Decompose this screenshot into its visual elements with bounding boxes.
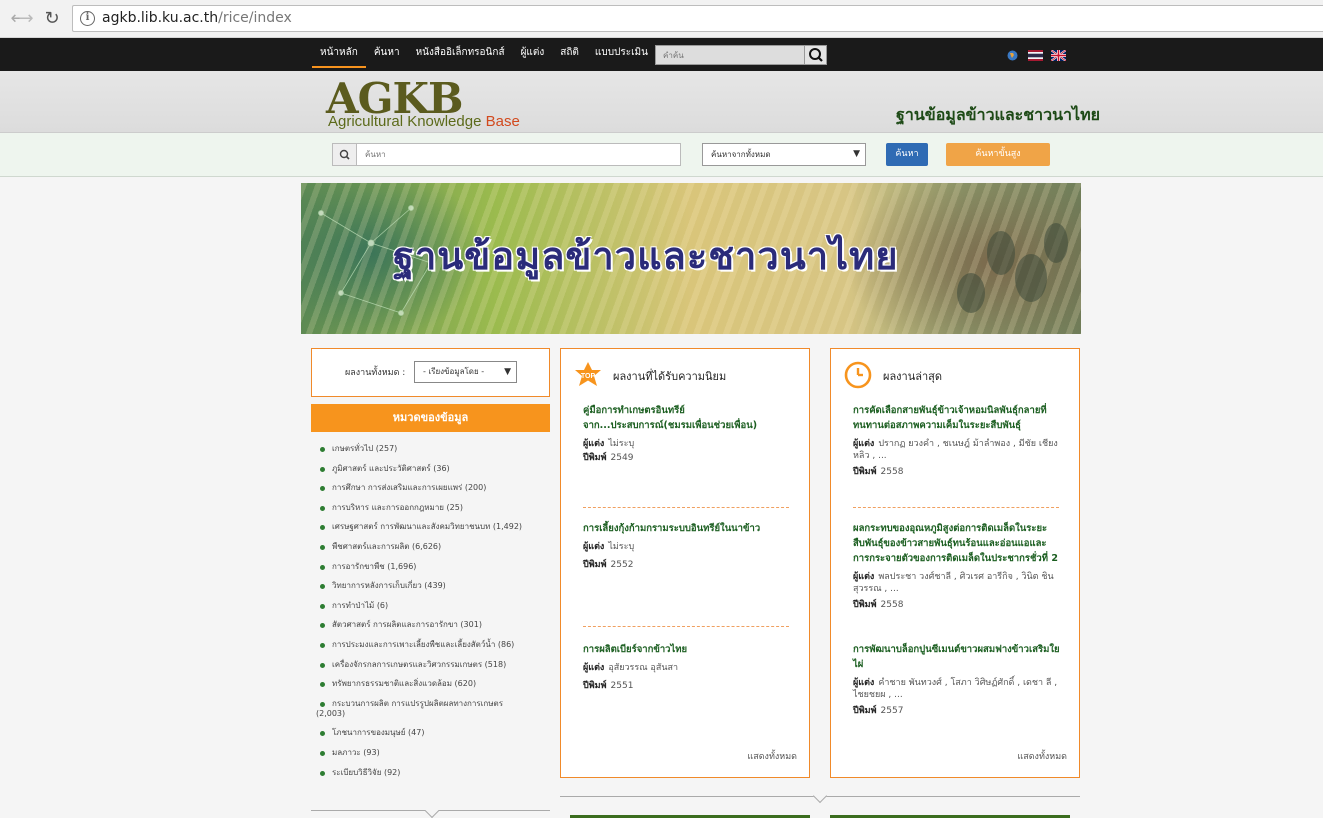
address-bar[interactable]: i agkb.lib.ku.ac.th/rice/index <box>72 5 1323 32</box>
search-scope-select[interactable]: ค้นหาจากทั้งหมด ▼ <box>702 143 866 166</box>
category-item[interactable]: พืชศาสตร์และการผลิต (6,626) <box>315 542 550 552</box>
item-year: ปีพิมพ์ 2549 <box>583 453 634 463</box>
category-item[interactable]: การศึกษา การส่งเสริมและการเผยแพร่ (200) <box>315 483 550 493</box>
item-year: ปีพิมพ์ 2558 <box>853 600 904 610</box>
panel-title: ผลงานที่ได้รับความนิยม <box>613 370 727 383</box>
category-item[interactable]: โภชนาการของมนุษย์ (47) <box>315 728 550 738</box>
browser-toolbar: ← → ↻ i agkb.lib.ku.ac.th/rice/index <box>0 0 1323 38</box>
latest-works-panel: ผลงานล่าสุด การคัดเลือกสายพันธุ์ข้าวเจ้า… <box>830 348 1080 778</box>
item-title-link[interactable]: คู่มือการทำเกษตรอินทรีย์ จาก...ประสบการณ… <box>583 403 793 433</box>
item-author: ผู้แต่ง พลประชา วงศ์ชาลี , ศิวเรศ อารีกิจ… <box>853 572 1054 594</box>
category-item[interactable]: เศรษฐศาสตร์ การพัฒนาและสังคมวิทยาชนบท (1… <box>315 522 550 532</box>
item-year: ปีพิมพ์ 2551 <box>583 681 634 691</box>
main-menu: หน้าหลัก ค้นหา หนังสืออิเล็กทรอนิกส์ ผู้… <box>312 38 656 71</box>
category-item[interactable]: ทรัพยากรธรรมชาติและสิ่งแวดล้อม (620) <box>315 679 550 689</box>
item-title-link[interactable]: การเลี้ยงกุ้งก้ามกรามระบบอินทรีย์ในนาข้า… <box>583 521 793 536</box>
top-navigation: หน้าหลัก ค้นหา หนังสืออิเล็กทรอนิกส์ ผู้… <box>0 38 1323 71</box>
category-item[interactable]: สัตวศาสตร์ การผลิตและการอารักขา (301) <box>315 620 550 630</box>
popular-item: การเลี้ยงกุ้งก้ามกรามระบบอินทรีย์ในนาข้า… <box>583 521 793 571</box>
info-icon[interactable]: i <box>80 11 95 26</box>
main-search <box>332 143 681 166</box>
category-item[interactable]: การอารักขาพืช (1,696) <box>315 562 550 572</box>
logo-subtitle: Agricultural Knowledge Base <box>328 113 520 130</box>
url-text: agkb.lib.ku.ac.th/rice/index <box>102 10 292 26</box>
uk-flag-icon[interactable] <box>1051 50 1066 61</box>
sort-select[interactable]: - เรียงข้อมูลโดย - ▼ <box>414 361 517 383</box>
item-author: ผู้แต่ง ไม่ระบุ <box>583 542 635 552</box>
category-item[interactable]: มลภาวะ (93) <box>315 748 550 758</box>
category-item[interactable]: การบริหาร และการออกกฎหมาย (25) <box>315 503 550 513</box>
search-icon <box>333 144 357 165</box>
top-search <box>655 45 827 65</box>
item-year: ปีพิมพ์ 2558 <box>853 467 904 477</box>
show-all-link[interactable]: แสดงทั้งหมด <box>747 749 797 763</box>
item-author: ผู้แต่ง ปรากฏ ยวงคำ , ชเนษฎ์ ม้าลำพอง , ม… <box>853 439 1058 461</box>
expand-caret-icon[interactable] <box>424 803 440 818</box>
hero-title: ฐานข้อมูลข้าวและชาวนาไทย <box>393 234 899 278</box>
latest-item: การพัฒนาบล็อกปูนซีเมนต์ขาวผสมฟางข้าวเสริ… <box>853 642 1063 717</box>
nav-home[interactable]: หน้าหลัก <box>312 38 366 68</box>
category-item[interactable]: การทำป่าไม้ (6) <box>315 601 550 611</box>
language-switcher <box>1005 50 1066 61</box>
dropdown-arrow-icon: ▼ <box>504 367 511 377</box>
category-header: หมวดของข้อมูล <box>311 404 550 432</box>
search-bar: ค้นหาจากทั้งหมด▼ ค้นหา ค้นหาขั้นสูง <box>0 133 1323 177</box>
item-title-link[interactable]: ผลกระทบของอุณหภูมิสูงต่อการติดเมล็ดในระย… <box>853 521 1063 566</box>
sort-label: ผลงานทั้งหมด : <box>345 368 406 378</box>
category-item[interactable]: เกษตรทั่วไป (257) <box>315 444 550 454</box>
nav-ebooks[interactable]: หนังสืออิเล็กทรอนิกส์ <box>408 38 513 68</box>
main-search-input[interactable] <box>359 144 669 165</box>
nav-statistics[interactable]: สถิติ <box>552 38 587 68</box>
category-item[interactable]: ระเบียบวิธีวิจัย (92) <box>315 768 550 778</box>
top-star-icon: TOP <box>575 362 601 386</box>
item-author: ผู้แต่ง ไม่ระบุ <box>583 439 635 449</box>
latest-item: การคัดเลือกสายพันธุ์ข้าวเจ้าหอมนิลพันธุ์… <box>853 403 1063 478</box>
divider <box>583 507 789 508</box>
category-item[interactable]: ภูมิศาสตร์ และประวัติศาสตร์ (36) <box>315 464 550 474</box>
nav-survey[interactable]: แบบประเมิน <box>587 38 656 68</box>
popular-item: การผลิตเบียร์จากข้าวไทย ผู้แต่ง อุสัยวรรณ… <box>583 642 793 692</box>
item-title-link[interactable]: การคัดเลือกสายพันธุ์ข้าวเจ้าหอมนิลพันธุ์… <box>853 403 1063 433</box>
popular-item: คู่มือการทำเกษตรอินทรีย์ จาก...ประสบการณ… <box>583 403 793 464</box>
category-item[interactable]: การประมงและการเพาะเลี้ยงพืชและเลี้ยงสัตว… <box>315 640 550 650</box>
top-search-input[interactable] <box>656 46 806 64</box>
expand-caret-icon[interactable] <box>812 788 828 804</box>
sort-filter-box: ผลงานทั้งหมด : - เรียงข้อมูลโดย - ▼ <box>311 348 550 397</box>
item-author: ผู้แต่ง คำชาย พันทวงศ์ , โสภา วิศิษฏ์ศักด… <box>853 678 1058 700</box>
show-all-link[interactable]: แสดงทั้งหมด <box>1017 749 1067 763</box>
search-icon[interactable] <box>804 46 826 64</box>
svg-text:TOP: TOP <box>581 373 596 380</box>
item-author: ผู้แต่ง อุสัยวรรณ อุสันสา <box>583 663 679 673</box>
reload-icon[interactable]: ↻ <box>42 9 62 29</box>
latest-item: ผลกระทบของอุณหภูมิสูงต่อการติดเมล็ดในระย… <box>853 521 1063 611</box>
clock-icon <box>844 361 872 389</box>
nav-search[interactable]: ค้นหา <box>366 38 408 68</box>
nav-authors[interactable]: ผู้แต่ง <box>513 38 553 68</box>
panel-title: ผลงานล่าสุด <box>883 370 943 383</box>
category-item[interactable]: กระบวนการผลิต การแปรรูปผลิตผลทางการเกษตร… <box>315 699 550 719</box>
category-item[interactable]: วิทยาการหลังการเก็บเกี่ยว (439) <box>315 581 550 591</box>
divider <box>583 626 789 627</box>
item-year: ปีพิมพ์ 2552 <box>583 560 634 570</box>
category-item[interactable]: เครื่องจักรกลการเกษตรและวิศวกรรมเกษตร (5… <box>315 660 550 670</box>
divider <box>853 507 1059 508</box>
forward-icon[interactable]: → <box>16 9 36 29</box>
thai-flag-icon[interactable] <box>1028 50 1043 61</box>
search-button[interactable]: ค้นหา <box>886 143 928 166</box>
item-year: ปีพิมพ์ 2557 <box>853 706 904 716</box>
item-title-link[interactable]: การพัฒนาบล็อกปูนซีเมนต์ขาวผสมฟางข้าวเสริ… <box>853 642 1063 672</box>
agkb-logo[interactable]: AGKB Agricultural Knowledge Base <box>326 75 566 133</box>
dropdown-arrow-icon: ▼ <box>853 149 860 159</box>
category-list: เกษตรทั่วไป (257) ภูมิศาสตร์ และประวัติศ… <box>315 444 550 787</box>
site-tagline: ฐานข้อมูลข้าวและชาวนาไทย <box>896 105 1100 124</box>
item-title-link[interactable]: การผลิตเบียร์จากข้าวไทย <box>583 642 793 657</box>
site-header: AGKB Agricultural Knowledge Base ฐานข้อม… <box>0 71 1323 133</box>
globe-icon[interactable] <box>1005 50 1020 61</box>
advanced-search-button[interactable]: ค้นหาขั้นสูง <box>946 143 1050 166</box>
hero-banner: ฐานข้อมูลข้าวและชาวนาไทย <box>301 183 1081 334</box>
popular-works-panel: TOP ผลงานที่ได้รับความนิยม คู่มือการทำเก… <box>560 348 810 778</box>
